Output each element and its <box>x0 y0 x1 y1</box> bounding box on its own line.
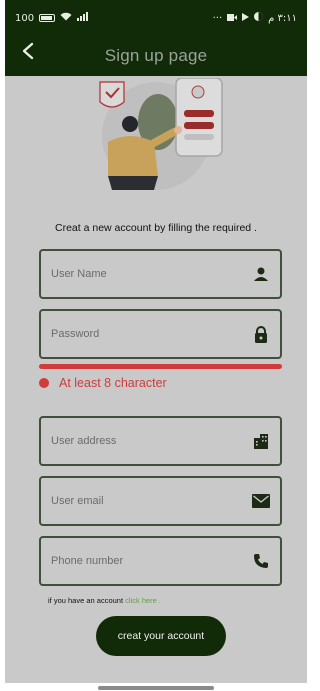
battery-icon <box>39 14 56 22</box>
mail-icon <box>252 492 270 510</box>
status-left: 100 <box>15 12 89 24</box>
username-input[interactable] <box>51 268 252 280</box>
password-error: At least 8 character <box>39 376 167 390</box>
email-field[interactable] <box>39 476 282 526</box>
video-icon <box>227 13 238 24</box>
more-dots-icon: ··· <box>212 12 223 24</box>
email-input[interactable] <box>51 495 252 507</box>
phone-field[interactable] <box>39 536 282 586</box>
password-input[interactable] <box>51 328 252 340</box>
login-prompt: if you have an account click here . <box>48 596 161 605</box>
intro-text: Creat a new account by filling the requi… <box>55 222 257 234</box>
building-icon <box>252 432 270 450</box>
password-error-text: At least 8 character <box>59 376 167 390</box>
password-field[interactable] <box>39 309 282 359</box>
page-title: Sign up page <box>104 46 208 65</box>
phone-icon <box>252 552 270 570</box>
signup-illustration <box>94 77 224 194</box>
password-strength-bar <box>39 364 282 369</box>
back-arrow-icon[interactable] <box>21 42 35 66</box>
address-input[interactable] <box>51 435 252 447</box>
play-icon <box>242 12 250 24</box>
error-dot-icon <box>39 378 49 388</box>
create-account-button[interactable]: creat your account <box>96 616 226 656</box>
address-field[interactable] <box>39 416 282 466</box>
wifi-icon <box>60 12 72 24</box>
status-right: ··· ٣:١١ م <box>213 12 297 24</box>
login-prompt-text: if you have an account <box>48 596 124 605</box>
app-indicator-icon <box>254 12 264 24</box>
username-field[interactable] <box>39 249 282 299</box>
home-indicator[interactable] <box>98 686 214 690</box>
person-icon <box>252 265 270 283</box>
app-bar: Sign up page <box>5 36 307 76</box>
screen: 100 ··· ٣:١١ م Sign up page Creat a new … <box>0 0 312 691</box>
status-time: ٣:١١ م <box>268 12 297 24</box>
signal-icon <box>77 12 89 24</box>
phone-input[interactable] <box>51 555 252 567</box>
login-link[interactable]: click here . <box>125 596 161 605</box>
status-bar: 100 ··· ٣:١١ م <box>5 0 307 36</box>
lock-icon <box>252 325 270 343</box>
battery-percent: 100 <box>15 12 35 24</box>
